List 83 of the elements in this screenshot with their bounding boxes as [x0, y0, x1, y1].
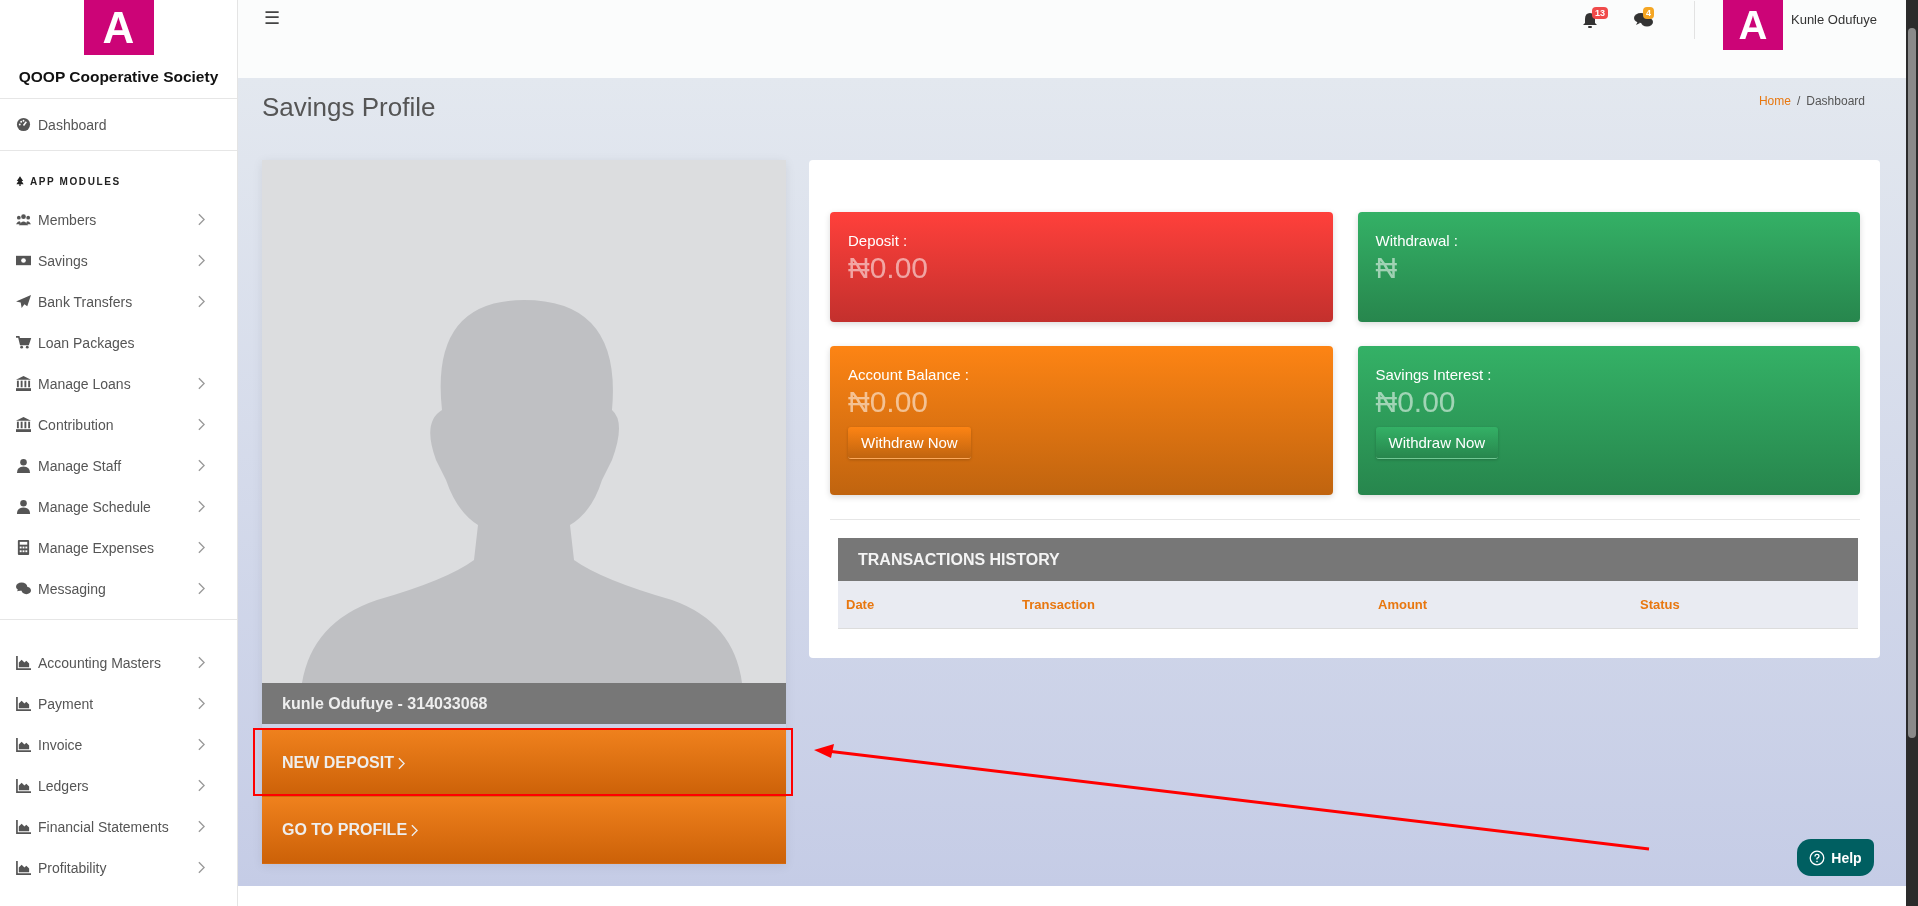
- chevron-icon: [198, 582, 205, 595]
- area-chart-icon: [15, 819, 32, 834]
- person-icon: [15, 458, 32, 473]
- chevron-icon: [198, 820, 205, 833]
- chevron-icon: [198, 295, 205, 308]
- area-chart-icon: [15, 655, 32, 670]
- sidebar-item[interactable]: Contribution: [0, 404, 237, 445]
- page-title: Savings Profile: [262, 91, 436, 123]
- sidebar-item[interactable]: Bank Transfers: [0, 281, 237, 322]
- section-heading: APP MODULES: [30, 175, 121, 187]
- column-header: Amount: [1378, 597, 1428, 612]
- chevron-icon: [198, 254, 205, 267]
- column-header: Transaction: [1022, 597, 1095, 612]
- notification-button[interactable]: 13: [1583, 6, 1609, 28]
- sidebar-item[interactable]: Profitability: [0, 847, 237, 888]
- help-button[interactable]: Help: [1797, 839, 1874, 876]
- table-title: TRANSACTIONS HISTORY: [838, 538, 1858, 581]
- tree-icon: [16, 176, 24, 186]
- message-count: 4: [1643, 7, 1654, 19]
- chat-icon: [15, 581, 32, 596]
- sidebar-item[interactable]: Savings: [0, 240, 237, 281]
- gauge-icon: [15, 117, 32, 132]
- member-name: kunle Odufuye - 314033068: [262, 683, 786, 724]
- chevron-icon: [398, 756, 405, 770]
- chevron-icon: [198, 459, 205, 472]
- stat-label: Savings Interest :: [1375, 366, 1493, 383]
- column-header: Date: [846, 597, 875, 612]
- bank-icon: [15, 376, 32, 391]
- area-chart-icon: [15, 778, 32, 793]
- sidebar-item[interactable]: Messaging: [0, 568, 237, 609]
- sidebar-item[interactable]: Manage Staff: [0, 445, 237, 486]
- chevron-icon: [411, 823, 419, 837]
- scrollbar[interactable]: [1906, 0, 1918, 906]
- bank-icon: [15, 417, 32, 432]
- area-chart-icon: [15, 860, 32, 875]
- stat-value: ₦0.00: [848, 385, 930, 419]
- stat-value: ₦: [1375, 251, 1399, 285]
- chevron-icon: [198, 656, 205, 669]
- chevron-icon: [198, 697, 205, 710]
- sidebar-item[interactable]: Manage Loans: [0, 363, 237, 404]
- app-title: QOOP Cooperative Society: [18, 68, 219, 86]
- user-name[interactable]: Kunle Odufuye: [1791, 12, 1877, 27]
- menu-button[interactable]: ☰: [264, 7, 280, 29]
- sidebar-item[interactable]: Manage Schedule: [0, 486, 237, 527]
- sidebar-item[interactable]: Invoice: [0, 724, 237, 765]
- column-header: Status: [1640, 597, 1680, 612]
- stat-label: Deposit :: [848, 232, 909, 249]
- sidebar-item[interactable]: Payment: [0, 683, 237, 724]
- help-icon: [1809, 849, 1826, 866]
- bell-icon: [1583, 12, 1597, 28]
- stat-label: Withdrawal :: [1375, 232, 1460, 249]
- sidebar-item[interactable]: Financial Statements: [0, 806, 237, 847]
- breadcrumb-separator: /: [1796, 93, 1801, 108]
- banknote-icon: [15, 253, 32, 268]
- sidebar-item[interactable]: Members: [0, 199, 237, 240]
- area-chart-icon: [15, 696, 32, 711]
- logo: A: [83, 0, 154, 55]
- chevron-icon: [198, 861, 205, 874]
- sidebar-item[interactable]: Accounting Masters: [0, 642, 237, 683]
- area-chart-icon: [15, 737, 32, 752]
- sidebar-item[interactable]: Dashboard: [0, 99, 237, 151]
- chevron-icon: [198, 738, 205, 751]
- user-avatar[interactable]: A: [1723, 0, 1783, 50]
- stat-value: ₦0.00: [1375, 385, 1457, 419]
- paper-plane-icon: [15, 294, 32, 309]
- chevron-icon: [198, 500, 205, 513]
- sidebar-item[interactable]: Loan Packages: [0, 322, 237, 363]
- stat-label: Account Balance :: [848, 366, 970, 383]
- withdraw-button[interactable]: Withdraw Now: [1375, 427, 1499, 459]
- chevron-icon: [198, 541, 205, 554]
- calculator-icon: [15, 540, 32, 555]
- people-icon: [15, 212, 32, 227]
- chevron-icon: [198, 213, 205, 226]
- sidebar-item[interactable]: Ledgers: [0, 765, 237, 806]
- chevron-icon: [198, 377, 205, 390]
- breadcrumb-current: Dashboard: [1806, 93, 1865, 108]
- notification-count: 13: [1592, 7, 1608, 19]
- chevron-icon: [198, 779, 205, 792]
- person-icon: [15, 499, 32, 514]
- stat-value: ₦0.00: [848, 251, 930, 285]
- cart-icon: [15, 335, 32, 350]
- sidebar-item[interactable]: Manage Expenses: [0, 527, 237, 568]
- chevron-icon: [198, 418, 205, 431]
